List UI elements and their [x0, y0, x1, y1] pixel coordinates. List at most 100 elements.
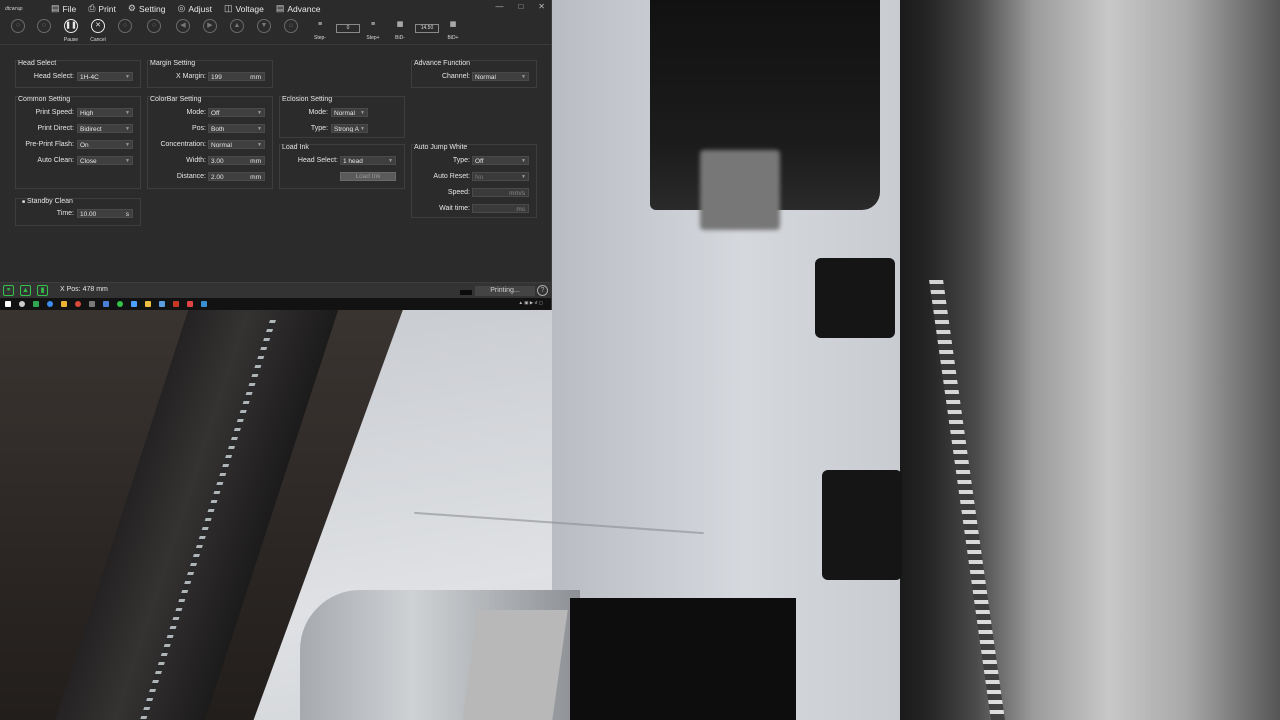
toolbar-disabled-1[interactable]: ○ [5, 19, 31, 33]
bid-plus-button[interactable]: ▦ BiD+ [440, 19, 466, 41]
auto-clean-dropdown[interactable]: Close ▼ [77, 156, 133, 165]
adjust-icon: ◎ [177, 3, 186, 13]
colorbar-distance-value: 2.00 [211, 174, 224, 181]
head-status-icon[interactable]: ▲ [20, 285, 31, 296]
app-logo: dtcwrap [5, 5, 23, 12]
chevron-down-icon: ▼ [125, 158, 130, 164]
windows-start-icon[interactable] [5, 301, 11, 307]
channel-dropdown[interactable]: Normal ▼ [472, 72, 529, 81]
step-minus-button[interactable]: ≡ Step- [307, 19, 333, 41]
pause-label: Pause [63, 37, 79, 43]
step-value-field[interactable]: 0 [336, 24, 360, 33]
app-icon-1[interactable] [33, 301, 39, 307]
standby-clean-title: ■ Standby Clean [22, 198, 73, 205]
toolbar-disabled-4[interactable]: ○ [141, 19, 167, 33]
close-icon[interactable]: ✕ [538, 2, 545, 11]
auto-reset-label: Auto Reset: [433, 173, 470, 180]
app-icon-5[interactable] [103, 301, 109, 307]
bid-minus-button[interactable]: ▦ BiD- [387, 19, 413, 41]
colorbar-distance-input[interactable]: 2.00 mm [208, 172, 265, 181]
ink-status-icon[interactable]: ▮ [37, 285, 48, 296]
file-icon: ▤ [51, 3, 60, 13]
menu-setting[interactable]: ⚙ Setting [128, 3, 166, 14]
move-down-icon: ▼ [257, 19, 271, 33]
menu-advance-label: Advance [287, 3, 321, 14]
eclosion-mode-dropdown[interactable]: Normal ▼ [331, 108, 368, 117]
connection-icon[interactable]: ⚭ [3, 285, 14, 296]
window-controls: — □ ✕ [495, 2, 545, 11]
eclosion-type-label: Type: [310, 125, 328, 132]
load-ink-head-dropdown[interactable]: 1 head ▼ [340, 156, 396, 165]
help-icon[interactable]: ? [537, 285, 548, 296]
maximize-icon[interactable]: □ [518, 2, 523, 11]
x-margin-value: 199 [211, 74, 222, 81]
menu-adjust[interactable]: ◎ Adjust [177, 3, 211, 14]
menu-print[interactable]: ⎙ Print [88, 3, 116, 14]
colorbar-setting-title: ColorBar Setting [150, 96, 202, 103]
menu-voltage[interactable]: ◫ Voltage [224, 3, 264, 14]
print-direct-dropdown[interactable]: Bidirect ▼ [77, 124, 133, 133]
app-icon-4[interactable] [89, 301, 95, 307]
app-icon-3[interactable] [75, 301, 81, 307]
app-icon-8[interactable] [173, 301, 179, 307]
jump-type-dropdown[interactable]: Off ▼ [472, 156, 529, 165]
browser-icon[interactable] [47, 301, 53, 307]
colorbar-width-input[interactable]: 3.00 mm [208, 156, 265, 165]
chevron-down-icon: ▼ [257, 142, 262, 148]
auto-jump-white-title: Auto Jump White [414, 144, 468, 151]
colorbar-width-unit: mm [250, 158, 261, 165]
load-ink-head-value: 1 head [343, 158, 363, 165]
app-icon-10[interactable] [201, 301, 207, 307]
wait-time-input[interactable]: ms [472, 204, 529, 213]
bid-minus-label: BiD- [395, 35, 405, 41]
auto-clean-value: Close [80, 158, 97, 165]
toolbar-disabled-2[interactable]: ○ [31, 19, 57, 33]
x-margin-unit: mm [250, 74, 261, 81]
app-icon-7[interactable] [159, 301, 165, 307]
toolbar-disabled-7[interactable]: ▲ [224, 19, 250, 33]
paper-clip-lower [822, 470, 902, 580]
toolbar-disabled-6[interactable]: ▶ [197, 19, 223, 33]
pause-icon: ❚❚ [64, 19, 78, 33]
print-speed-dropdown[interactable]: High ▼ [77, 108, 133, 117]
chevron-down-icon: ▼ [257, 126, 262, 132]
toolbar-disabled-9[interactable]: ⌂ [278, 19, 304, 33]
standby-time-input[interactable]: 10.00 s [77, 209, 133, 218]
concentration-dropdown[interactable]: Normal ▼ [208, 140, 265, 149]
menu-file[interactable]: ▤ File [51, 3, 76, 14]
step-plus-button[interactable]: ≡ Step+ [360, 19, 386, 41]
eclosion-mode-label: Mode: [308, 109, 328, 116]
colorbar-pos-dropdown[interactable]: Both ▼ [208, 124, 265, 133]
bid-value-field[interactable]: 14.50 [415, 24, 439, 33]
x-margin-input[interactable]: 199 mm [208, 72, 265, 81]
print-job-icon: ○ [37, 19, 51, 33]
menu-setting-label: Setting [138, 3, 166, 14]
colorbar-mode-dropdown[interactable]: Off ▼ [208, 108, 265, 117]
app-icon-6[interactable] [131, 301, 137, 307]
head-select-dropdown[interactable]: 1H-4C ▼ [77, 72, 133, 81]
pre-print-flash-dropdown[interactable]: On ▼ [77, 140, 133, 149]
standby-clean-checkbox[interactable]: ■ [22, 199, 25, 205]
jump-speed-unit: mm/s [509, 190, 525, 197]
auto-reset-dropdown[interactable]: No ▼ [472, 172, 529, 181]
bid-plus-label: BiD+ [447, 35, 459, 41]
menu-advance[interactable]: ▤ Advance [276, 3, 321, 14]
folder-icon[interactable] [145, 301, 151, 307]
menu-voltage-label: Voltage [235, 3, 264, 14]
eclosion-type-dropdown[interactable]: Strong A ▼ [331, 124, 368, 133]
colorbar-mode-label: Mode: [186, 109, 206, 116]
app-icon-9[interactable] [187, 301, 193, 307]
whatsapp-icon[interactable] [117, 301, 123, 307]
toolbar-disabled-8[interactable]: ▼ [251, 19, 277, 33]
app-icon-2[interactable] [61, 301, 67, 307]
toolbar-disabled-3[interactable]: ○ [112, 19, 138, 33]
search-icon[interactable] [19, 301, 25, 307]
toolbar-disabled-5[interactable]: ◀ [170, 19, 196, 33]
jump-speed-input[interactable]: mm/s [472, 188, 529, 197]
pause-button[interactable]: ❚❚ Pause [58, 19, 84, 43]
chevron-down-icon: ▼ [521, 74, 526, 80]
load-ink-button[interactable]: Load Ink [340, 172, 396, 181]
system-tray[interactable]: ▲ ▣ ▶ ☌ ▢ [519, 300, 543, 306]
minimize-icon[interactable]: — [495, 2, 503, 11]
cancel-button[interactable]: ✕ Cancel [85, 19, 111, 43]
